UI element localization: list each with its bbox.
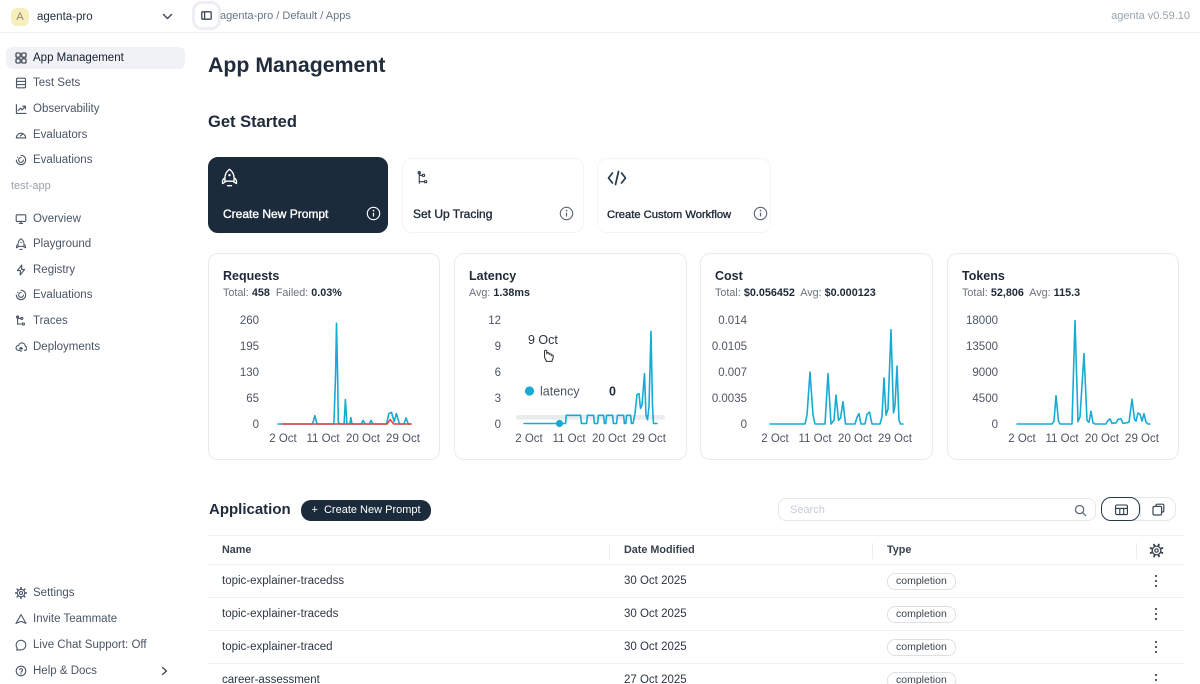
svg-text:0: 0 (741, 419, 747, 431)
svg-text:130: 130 (240, 367, 259, 379)
svg-text:0: 0 (253, 419, 259, 431)
svg-text:3: 3 (495, 393, 501, 405)
svg-text:0: 0 (495, 419, 501, 431)
svg-text:9000: 9000 (972, 367, 998, 379)
svg-text:20 Oct: 20 Oct (346, 433, 381, 445)
svg-text:20 Oct: 20 Oct (1085, 433, 1120, 445)
svg-text:29 Oct: 29 Oct (632, 433, 667, 445)
svg-text:9 Oct: 9 Oct (528, 333, 558, 347)
svg-text:20 Oct: 20 Oct (838, 433, 873, 445)
svg-text:4500: 4500 (972, 393, 998, 405)
svg-text:0: 0 (609, 385, 616, 399)
svg-text:11 Oct: 11 Oct (798, 433, 832, 445)
svg-text:65: 65 (246, 393, 259, 405)
svg-text:0.0035: 0.0035 (712, 393, 747, 405)
svg-text:29 Oct: 29 Oct (1125, 433, 1160, 445)
svg-text:6: 6 (495, 367, 501, 379)
svg-text:0.007: 0.007 (718, 367, 747, 379)
svg-text:0.014: 0.014 (718, 315, 747, 327)
svg-text:2 Oct: 2 Oct (761, 433, 789, 445)
svg-text:11 Oct: 11 Oct (552, 433, 586, 445)
svg-text:13500: 13500 (966, 341, 998, 353)
svg-text:2 Oct: 2 Oct (515, 433, 543, 445)
svg-text:18000: 18000 (966, 315, 998, 327)
svg-text:2 Oct: 2 Oct (269, 433, 297, 445)
svg-text:260: 260 (240, 315, 259, 327)
svg-text:0: 0 (992, 419, 998, 431)
svg-text:latency: latency (540, 385, 580, 399)
svg-text:20 Oct: 20 Oct (592, 433, 627, 445)
svg-text:29 Oct: 29 Oct (386, 433, 421, 445)
svg-text:12: 12 (488, 315, 501, 327)
svg-text:11 Oct: 11 Oct (1045, 433, 1079, 445)
svg-text:0.0105: 0.0105 (712, 341, 747, 353)
svg-text:11 Oct: 11 Oct (306, 433, 340, 445)
svg-text:2 Oct: 2 Oct (1008, 433, 1036, 445)
svg-text:195: 195 (240, 341, 259, 353)
svg-text:9: 9 (495, 341, 501, 353)
svg-text:29 Oct: 29 Oct (878, 433, 913, 445)
